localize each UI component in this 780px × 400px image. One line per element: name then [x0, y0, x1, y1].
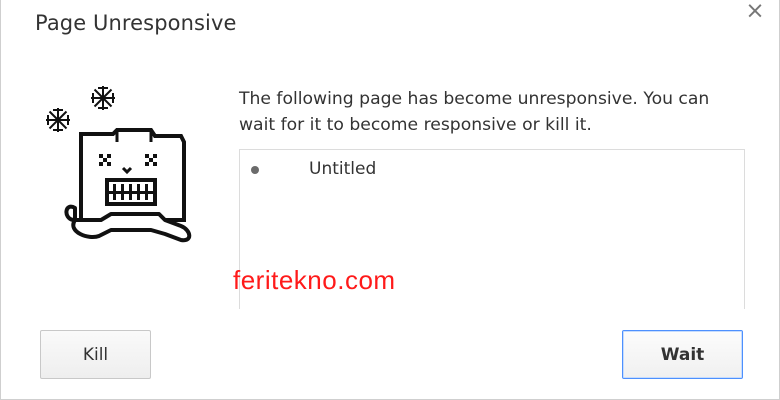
snowflake-icon	[91, 86, 115, 110]
snowflake-icon	[46, 108, 70, 132]
wait-button[interactable]: Wait	[622, 330, 743, 379]
page-unresponsive-dialog: Page Unresponsive × The following page h…	[0, 0, 780, 400]
kill-button[interactable]: Kill	[40, 330, 151, 379]
page-title-label: Untitled	[309, 159, 377, 179]
list-item[interactable]: Untitled	[240, 159, 744, 183]
close-icon[interactable]: ×	[742, 0, 768, 26]
dialog-title: Page Unresponsive	[35, 11, 237, 35]
frozen-tab-mascot-icon	[41, 80, 201, 245]
watermark-text: feritekno.com	[233, 265, 396, 295]
dialog-message: The following page has become unresponsi…	[239, 89, 710, 135]
bullet-icon	[251, 166, 259, 174]
